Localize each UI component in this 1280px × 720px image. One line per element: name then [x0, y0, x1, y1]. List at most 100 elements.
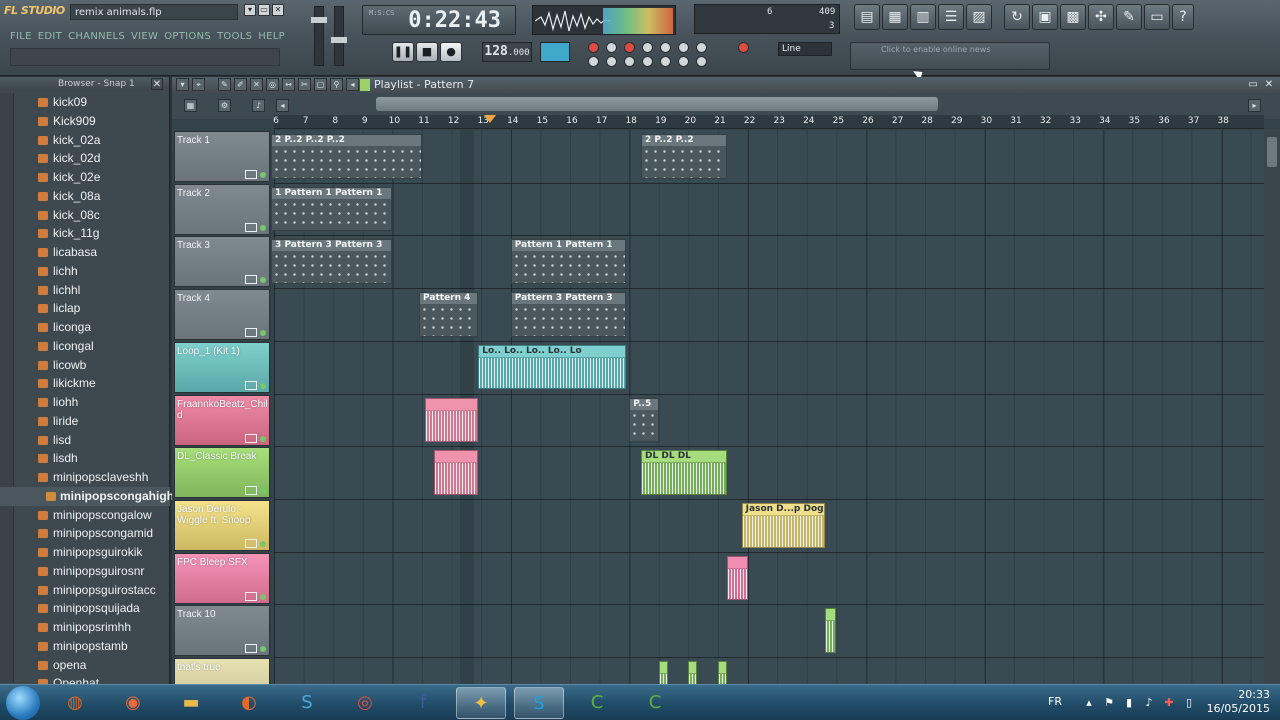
menu-edit[interactable]: EDIT	[38, 28, 62, 45]
browser-item[interactable]: minipopsrimhh	[0, 618, 170, 637]
track-header[interactable]: Track 2	[174, 183, 270, 235]
piano-roll-window-icon[interactable]: ▥	[910, 4, 936, 30]
track-header[interactable]: Track 1	[174, 131, 270, 182]
song-overview-scrollbar[interactable]	[376, 97, 938, 111]
playlist-maximize-icon[interactable]: ▭	[1246, 78, 1260, 92]
typing-keyboard-icon[interactable]	[606, 42, 617, 53]
paint-tool-icon[interactable]	[624, 56, 635, 67]
browser-item[interactable]: kick_02d	[0, 149, 170, 168]
taskbar-clock[interactable]: 20:33 16/05/2015	[1207, 688, 1270, 716]
snap-select[interactable]: Line	[778, 42, 832, 56]
piano-roll-icon[interactable]	[660, 56, 671, 67]
audio-clip[interactable]	[433, 450, 479, 495]
camtasia-icon[interactable]: C	[572, 687, 622, 719]
browser-item[interactable]: kick_08c	[0, 206, 170, 225]
restore-icon[interactable]: ▭	[258, 4, 270, 16]
browser-item[interactable]: minipopsguirostacc	[0, 581, 170, 600]
master-volume-slider[interactable]	[311, 6, 327, 66]
browser-item[interactable]: licabasa	[0, 243, 170, 262]
snap-icon[interactable]	[588, 56, 599, 67]
plugin-picker-icon[interactable]	[696, 56, 707, 67]
tray-antivirus-icon[interactable]: ✚	[1162, 696, 1176, 710]
browser-item[interactable]: lichhl	[0, 281, 170, 300]
minimize-icon[interactable]: ▾	[244, 4, 256, 16]
pattern-clip[interactable]: Pattern 4	[419, 292, 479, 337]
track-header[interactable]: FPC Bleep SFX	[174, 552, 270, 604]
browser-item[interactable]: liclap	[0, 299, 170, 318]
browser-item[interactable]: minipopsquijada	[0, 599, 170, 618]
blend-notes-icon[interactable]	[678, 42, 689, 53]
browser-item[interactable]: kick09	[0, 93, 170, 112]
media-player-icon[interactable]: ◉	[108, 687, 158, 719]
track-mute-led-icon[interactable]	[260, 540, 266, 547]
menu-tools[interactable]: TOOLS	[217, 28, 252, 45]
project-icon[interactable]: ▭	[1144, 4, 1170, 30]
delete-tool-icon[interactable]: ✕	[250, 78, 263, 91]
browser-item[interactable]: kick_08a	[0, 187, 170, 206]
scroll-left-icon[interactable]: ◂	[276, 99, 289, 112]
playlist-vertical-scrollbar[interactable]	[1264, 129, 1280, 684]
audio-clip[interactable]: Lo.. Lo.. Lo.. Lo.. Lo	[478, 344, 627, 390]
tray-flag-icon[interactable]: ⚑	[1102, 696, 1116, 710]
pattern-clip[interactable]: 2 P..2 P..2 P..2	[271, 134, 422, 179]
tempo-display[interactable]: 128.000	[482, 42, 532, 62]
playlist-snap-icon[interactable]: ⌖	[192, 78, 205, 91]
browser-item[interactable]: Kick909	[0, 112, 170, 131]
pattern-clip[interactable]: 3 Pattern 3 Pattern 3	[271, 239, 393, 285]
browser-item[interactable]: minipopscongahigh	[0, 486, 174, 506]
playlist-close-icon[interactable]: ✕	[1262, 78, 1276, 92]
track-mute-led-icon[interactable]	[260, 224, 266, 231]
scroll-right-icon[interactable]: ▸	[1248, 99, 1261, 112]
track-mute-led-icon[interactable]	[260, 172, 266, 178]
tray-volume-icon[interactable]: ♪	[1142, 696, 1156, 710]
loop-record-icon[interactable]	[696, 42, 707, 53]
browser-item[interactable]: licongal	[0, 337, 170, 356]
tools-icon[interactable]: ✎	[1116, 4, 1142, 30]
browser-item[interactable]: minipopsclaveshh	[0, 468, 170, 487]
zoom-tool-icon[interactable]: ⚲	[330, 78, 343, 91]
master-pitch-slider[interactable]	[331, 6, 347, 66]
playback-tool-icon[interactable]: ◂	[346, 78, 359, 91]
menu-file[interactable]: FILE	[10, 28, 32, 45]
pause-button[interactable]: ❚❚	[392, 42, 414, 62]
export-icon[interactable]: ▩	[1060, 4, 1086, 30]
track-mute-led-icon[interactable]	[260, 593, 266, 600]
browser-item[interactable]: liconga	[0, 318, 170, 337]
close-icon[interactable]: ✕	[272, 4, 284, 16]
folder-icon[interactable]: ▬	[166, 687, 216, 719]
tray-arrow-icon[interactable]: ▴	[1082, 696, 1096, 710]
audio-clip[interactable]	[424, 397, 479, 443]
menu-channels[interactable]: CHANNELS	[68, 28, 125, 45]
stop-button[interactable]: ■	[416, 42, 438, 62]
menu-view[interactable]: VIEW	[131, 28, 158, 45]
mixer-window-icon[interactable]: ▨	[966, 4, 992, 30]
paint-tool-icon[interactable]: ✐	[234, 78, 247, 91]
select-tool-icon[interactable]: ▢	[314, 78, 327, 91]
track-header[interactable]: Track 3	[174, 236, 270, 288]
pattern-clip[interactable]: P..5	[629, 397, 659, 443]
pattern-clip[interactable]: Pattern 1 Pattern 1	[510, 239, 627, 285]
save-icon[interactable]: ▣	[1032, 4, 1058, 30]
mixer-link-icon[interactable]: ⚙	[218, 99, 231, 112]
pattern-clip[interactable]: 2 P..2 P..2	[641, 134, 727, 179]
song-time-display[interactable]: M:S:CS 0:22:43	[362, 5, 516, 35]
audio-clip[interactable]: Jason D...p Dogg	[741, 502, 825, 548]
browser-item[interactable]: kick_02e	[0, 168, 170, 187]
track-header[interactable]: Loop_1 (Kit 1)	[174, 341, 270, 393]
pencil-tool-icon[interactable]	[606, 56, 617, 67]
playhead-marker[interactable]	[484, 115, 496, 123]
audio-clip[interactable]	[824, 608, 837, 653]
plugin-icon[interactable]: ✣	[1088, 4, 1114, 30]
playlist-menu-icon[interactable]: ▾	[176, 78, 189, 91]
mixer-icon[interactable]	[642, 56, 653, 67]
pattern-mode-button[interactable]	[540, 42, 570, 62]
browser-item[interactable]: licowb	[0, 356, 170, 375]
browser-item[interactable]: minipopscongamid	[0, 524, 170, 543]
track-mute-led-icon[interactable]	[260, 277, 266, 284]
record-button[interactable]: ●	[440, 42, 462, 62]
browser-close-icon[interactable]: ✕	[151, 78, 163, 90]
track-header[interactable]: Jason Derulo - Wiggle ft. Snoop	[174, 499, 270, 551]
browser-item[interactable]: liride	[0, 412, 170, 431]
note-icon[interactable]: ♪	[252, 99, 265, 112]
playlist-grid[interactable]: 2 P..2 P..2 P..2 2 P..2 P..2 1 Pattern 1 P…	[271, 130, 1264, 711]
